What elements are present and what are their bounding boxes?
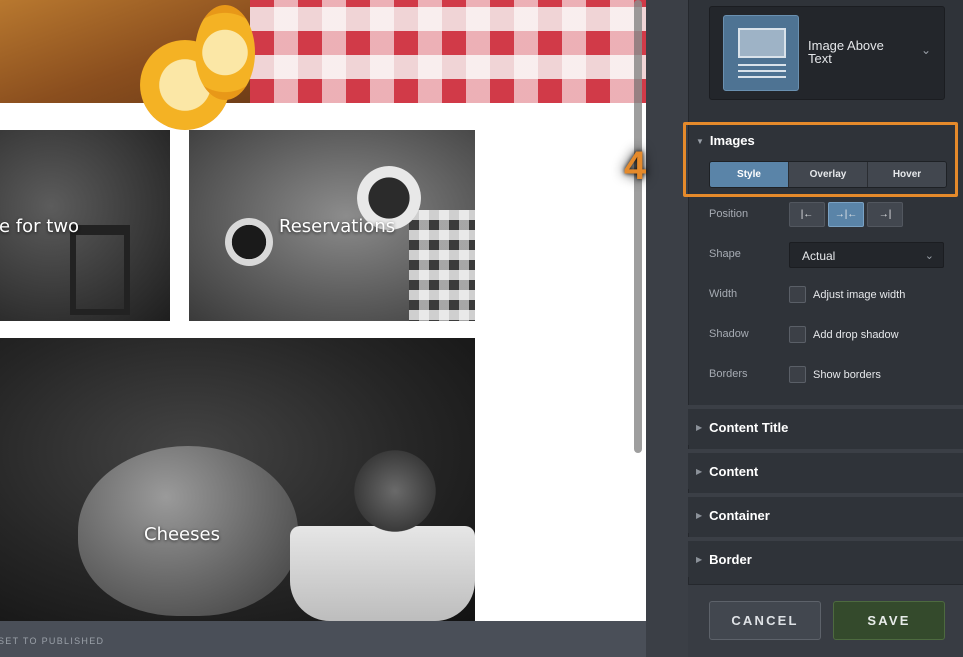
align-right-icon[interactable]: →| [867,202,903,227]
adjust-image-width-checkbox[interactable]: Adjust image width [789,286,905,303]
shape-dropdown[interactable]: Actual ⌄ [789,242,944,268]
cancel-button[interactable]: CANCEL [709,601,821,640]
chevron-down-icon: ⌄ [921,43,932,57]
section-title: Content Title [709,419,789,435]
checkbox-label: Show borders [813,368,881,381]
thumbnail-text-line [738,70,786,72]
section-title: Content [709,463,759,479]
section-content-title[interactable]: ▶ Content Title [688,405,963,445]
triangle-right-icon: ▶ [696,510,703,520]
serving-pot [290,526,475,621]
pepper-bowl [225,218,273,266]
hero-image [0,0,646,130]
gallery-tile-cheeses[interactable]: Cheeses [0,338,475,621]
herbs [345,446,445,536]
position-label: Position [709,208,749,220]
tile-label: le for two [0,216,80,237]
checkbox-icon[interactable] [789,326,806,343]
section-title: Border [709,551,752,567]
thumbnail-text-line [738,64,786,66]
lemon-slice [195,5,255,100]
save-button[interactable]: SAVE [833,601,945,640]
width-label: Width [709,288,738,300]
section-container[interactable]: ▶ Container [688,493,963,533]
checkbox-icon[interactable] [789,366,806,383]
thumbnail-image-icon [738,28,786,58]
layout-thumbnail-icon [723,15,799,91]
triangle-right-icon: ▶ [696,422,703,432]
tile-label: Reservations [279,216,396,237]
tile-label: Cheeses [144,524,220,545]
borders-label: Borders [709,368,748,380]
section-title: Container [709,507,770,523]
position-button-group: |← →|← →| [789,202,903,227]
tutorial-step-number: 4 [624,144,647,188]
preview-scrollbar[interactable] [634,0,642,453]
checkered-cloth [250,0,646,103]
reset-to-published-link[interactable]: SET TO PUBLISHED [0,636,104,646]
section-content[interactable]: ▶ Content [688,449,963,489]
show-borders-checkbox[interactable]: Show borders [789,366,881,383]
add-drop-shadow-checkbox[interactable]: Add drop shadow [789,326,899,343]
triangle-right-icon: ▶ [696,466,703,476]
checkbox-icon[interactable] [789,286,806,303]
shape-label: Shape [709,248,741,260]
plaid-napkin [409,210,475,321]
gallery-tile-reservations[interactable]: Reservations [189,130,475,321]
align-center-icon[interactable]: →|← [828,202,864,227]
align-left-icon[interactable]: |← [789,202,825,227]
site-preview-canvas: le for two Reservations Cheeses [0,0,646,621]
chevron-down-icon: ⌄ [924,250,934,262]
chair-shape [70,225,130,315]
checkbox-label: Adjust image width [813,288,906,301]
shadow-label: Shadow [709,328,749,340]
shape-value: Actual [802,249,836,263]
checkbox-label: Add drop shadow [813,328,899,341]
tutorial-highlight-box [683,122,958,197]
layout-name: Image Above Text [808,38,884,66]
gallery-tile-table-for-two[interactable]: le for two [0,130,170,321]
triangle-right-icon: ▶ [696,554,703,564]
panel-gutter [646,0,688,657]
thumbnail-text-line [738,76,786,78]
layout-selector[interactable]: Image Above Text ⌄ [709,6,945,100]
section-border[interactable]: ▶ Border [688,537,963,577]
